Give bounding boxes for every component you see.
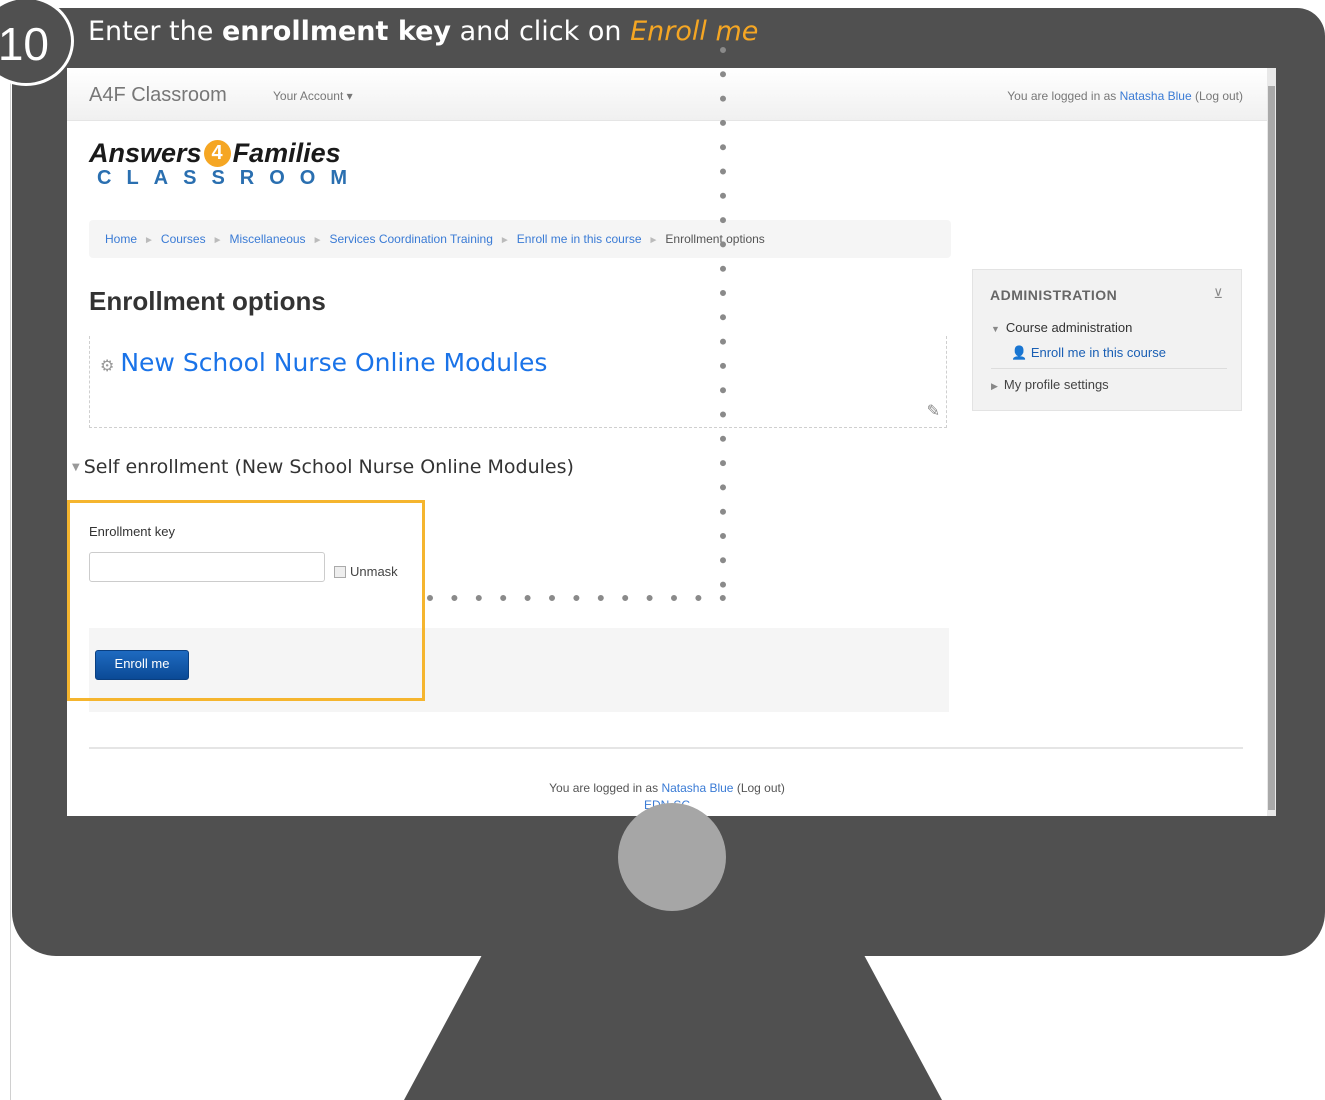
breadcrumb-item-miscellaneous[interactable]: Miscellaneous bbox=[230, 232, 306, 246]
logout-link[interactable]: (Log out) bbox=[1195, 89, 1243, 103]
enroll-me-button[interactable]: Enroll me bbox=[95, 650, 189, 680]
enrollment-key-input[interactable] bbox=[89, 552, 325, 582]
breadcrumb-separator-icon: ► bbox=[312, 235, 323, 246]
breadcrumb-item-courses[interactable]: Courses bbox=[161, 232, 206, 246]
logo-wordmark: Answers 4 Families bbox=[89, 138, 362, 169]
course-administration-label: Course administration bbox=[1005, 320, 1133, 335]
site-brand[interactable]: A4F Classroom bbox=[89, 84, 227, 107]
profile-settings-label: My profile settings bbox=[1003, 377, 1109, 392]
footer-logout-link[interactable]: (Log out) bbox=[737, 781, 785, 795]
breadcrumb: Home ► Courses ► Miscellaneous ► Services Coor… bbox=[89, 220, 951, 258]
breadcrumb-separator-icon: ► bbox=[648, 235, 659, 246]
instruction-bold-text: enrollment key bbox=[221, 16, 451, 47]
profile-settings-node[interactable]: ▶ My profile settings bbox=[991, 377, 1109, 392]
collapse-triangle-icon: ▼ bbox=[72, 462, 80, 473]
administration-title: ADMINISTRATION bbox=[990, 287, 1118, 303]
dock-icon[interactable]: ⊻ bbox=[1213, 286, 1223, 302]
your-account-menu[interactable]: Your Account ▾ bbox=[273, 89, 353, 103]
breadcrumb-separator-icon: ► bbox=[212, 235, 223, 246]
unmask-checkbox[interactable]: Unmask bbox=[334, 564, 398, 579]
footer-user-link[interactable]: Natasha Blue bbox=[661, 781, 733, 795]
breadcrumb-item-current: Enrollment options bbox=[665, 232, 765, 246]
form-button-area bbox=[89, 628, 949, 712]
instruction-text-mid: and click on bbox=[450, 16, 631, 47]
course-box: ⚙ New School Nurse Online Modules ✎ bbox=[89, 336, 947, 428]
breadcrumb-item-home[interactable]: Home bbox=[105, 232, 137, 246]
admin-divider bbox=[991, 368, 1227, 369]
admin-enroll-link[interactable]: 👤 Enroll me in this course bbox=[1011, 345, 1166, 361]
self-enrollment-heading[interactable]: ▼ Self enrollment (New School Nurse Onlin… bbox=[72, 456, 574, 478]
user-icon: 👤 bbox=[1011, 345, 1031, 360]
logo-number-icon: 4 bbox=[203, 140, 231, 167]
page-border bbox=[10, 0, 11, 1100]
course-gear-icon: ⚙ bbox=[100, 356, 115, 375]
instruction-highlight-text: Enroll me bbox=[630, 16, 759, 47]
footer-divider bbox=[89, 747, 1243, 749]
administration-block: ADMINISTRATION ⊻ ▼ Course administration … bbox=[972, 269, 1242, 411]
course-title-link[interactable]: ⚙ New School Nurse Online Modules bbox=[100, 348, 547, 377]
enrollment-key-label: Enrollment key bbox=[89, 524, 175, 539]
user-profile-link[interactable]: Natasha Blue bbox=[1120, 89, 1192, 103]
expanded-triangle-icon: ▼ bbox=[991, 324, 1000, 334]
logo-subtitle: CLASSROOM bbox=[97, 167, 362, 189]
breadcrumb-item-enroll[interactable]: Enroll me in this course bbox=[517, 232, 642, 246]
footer-login-info: You are logged in as Natasha Blue (Log o… bbox=[67, 780, 1267, 797]
logo-text-left: Answers bbox=[89, 138, 202, 168]
instruction-text: Enter the bbox=[88, 16, 222, 47]
edit-icon[interactable]: ✎ bbox=[927, 401, 940, 421]
collapsed-triangle-icon: ▶ bbox=[991, 381, 998, 391]
footer-login-prefix: You are logged in as bbox=[549, 781, 662, 795]
page-title: Enrollment options bbox=[89, 286, 326, 316]
monitor-stand bbox=[404, 950, 942, 1100]
login-prefix: You are logged in as bbox=[1007, 89, 1120, 103]
account-menu-label: Your Account bbox=[273, 89, 344, 103]
chevron-down-icon: ▾ bbox=[346, 89, 353, 103]
breadcrumb-separator-icon: ► bbox=[144, 235, 154, 246]
unmask-label: Unmask bbox=[350, 564, 398, 579]
monitor-power-button bbox=[618, 803, 726, 911]
login-info: You are logged in as Natasha Blue (Log o… bbox=[1007, 89, 1243, 103]
browser-screen: A4F Classroom Your Account ▾ You are log… bbox=[67, 68, 1267, 816]
step-instruction: Enter the enrollment key and click on En… bbox=[88, 16, 758, 47]
scrollbar-thumb[interactable] bbox=[1268, 86, 1275, 810]
admin-enroll-label: Enroll me in this course bbox=[1030, 345, 1166, 360]
breadcrumb-item-training[interactable]: Services Coordination Training bbox=[329, 232, 492, 246]
logo-text-right: Families bbox=[232, 138, 341, 168]
breadcrumb-separator-icon: ► bbox=[499, 235, 510, 246]
course-administration-node[interactable]: ▼ Course administration bbox=[991, 320, 1132, 335]
self-enrollment-heading-text: Self enrollment (New School Nurse Online… bbox=[83, 456, 574, 478]
course-title-text: New School Nurse Online Modules bbox=[120, 348, 548, 377]
top-navbar: A4F Classroom Your Account ▾ You are log… bbox=[67, 68, 1267, 121]
checkbox-icon bbox=[334, 565, 346, 578]
site-logo[interactable]: Answers 4 Families CLASSROOM bbox=[89, 138, 362, 190]
